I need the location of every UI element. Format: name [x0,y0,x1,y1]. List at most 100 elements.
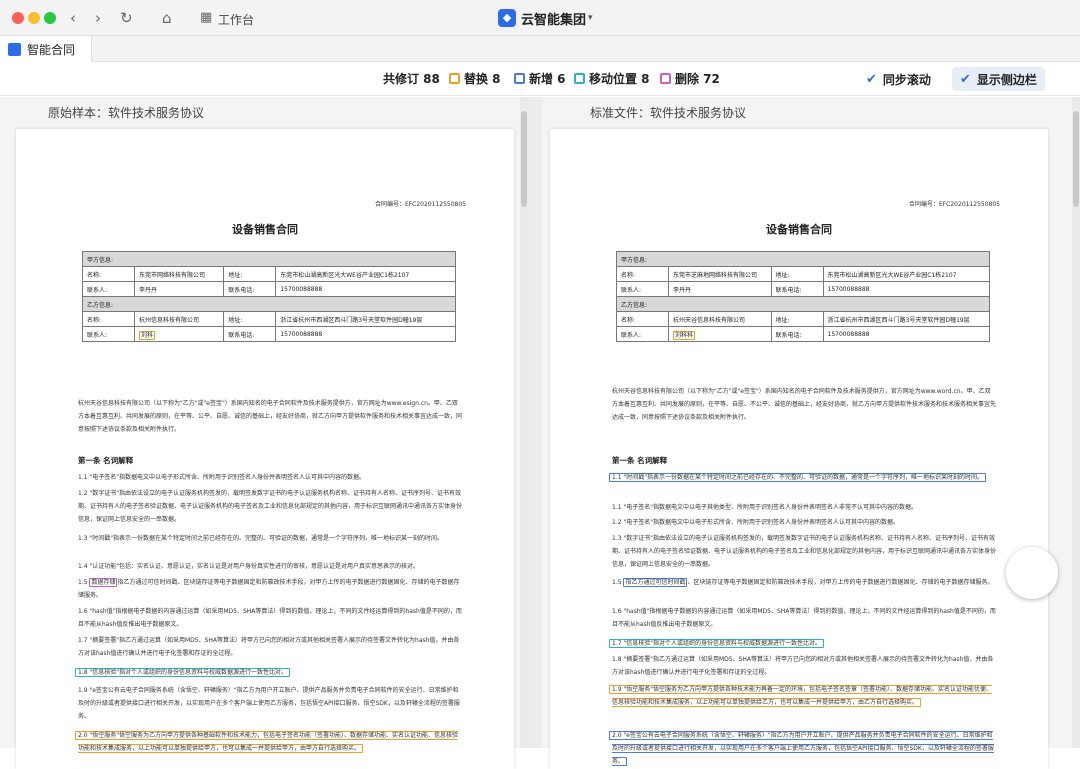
clause-text: 、区块链存证等电子数据固定和防篡改技术手段，对甲方上传的电子数据进行数据固化、存… [687,579,994,586]
forward-icon[interactable]: › [95,9,101,27]
contract-number: 合同编号：EFC2020112550805 [374,201,466,208]
clause-1-1-new: 1.1 "时间戳"指表示一份数据在某个特定时间之前已经存在的、不完整的、可验证的… [609,471,996,484]
tab-bar: 智能合同 [0,36,1080,62]
contract-number: 合同编号：EFC2020112550805 [908,201,1000,208]
compare-toolbar: 共修订 88 替换 8 新增 6 移动位置 8 删除 72 ✔ 同步滚动 ✔ 显示侧… [0,62,1080,96]
party-a-contact: 李丹丹 [668,281,772,297]
party-b-label: 乙方信息: [616,296,990,312]
filter-delete[interactable]: 删除 72 [660,70,720,87]
clause-1-4: 1.4 "认证功能"包括：实名认证、意愿认证，实名认证是对用户身份真实性进行的审… [78,563,419,570]
party-a-contact: 李丹丹 [133,281,225,297]
clause-1-8: 1.8 "摘要签署"指乙方通过运算（如采用MD5、SHA等算法）将甲方已向您的相… [612,656,994,676]
clause-1-7: 1.7 "信息核验"指对个人或组织的身份信息资料与权威数据源进行一致性比对。 [609,637,996,650]
clause-1-9: 1.9 "e签宝公有云电子合同服务系统（含悟空、轩辕服务）"指乙方为用户开立账户… [78,687,460,720]
party-b-address: 浙江省杭州市西湖区西斗门路3号天堂软件园D幢19层 [275,311,456,327]
cell-label: 联系人: [616,281,669,297]
clause-1-6: 1.6 "hash值"指根据电子数据的内容通过运算（如采用MD5、SHA等算法）… [78,608,462,628]
party-b-contact-cell: 刘科科 [668,326,772,342]
party-a-phone: 15700088888 [275,281,456,297]
clause-number: 1.5 [78,579,90,586]
left-document-page[interactable]: 合同编号：EFC2020112550805 设备销售合同 甲方信息: 名称: 东莞… [16,129,514,769]
party-a-name: 东莞市芝麻地网络科技有限公司 [668,266,772,282]
clause-text: 指乙方通过可信时间戳、区块链存证等电子数据固定和防篡改技术手段，对甲方上传的电子… [78,579,460,599]
delete-label: 删除 72 [675,72,720,86]
zoom-window-button[interactable] [44,12,56,24]
show-sidebar-label: 显示侧边栏 [976,72,1037,87]
total-revisions: 共修订 88 [383,72,440,86]
cell-label: 联系人: [616,326,669,342]
clause-text: 1.1 "电子签名"指数据电文中以电子形式所含、所附用于识别签名人身份并表明签名… [78,474,365,481]
clause-1-2: 1.2 "电子签名"指数据电文中以电子形式所含、所附用于识别签名人身份并表明签名… [612,519,899,526]
party-a-label: 甲方信息: [616,251,990,267]
contract-title: 设备销售合同 [766,223,832,236]
section-heading: 第一条 名词解释 [78,456,134,465]
scroll-thumb[interactable] [521,111,527,207]
intro-paragraph: 杭州天谷信息科技有限公司（以下称为"乙方"或"e签宝"）系国内知名的电子合同软件… [612,388,997,421]
floating-action-button[interactable] [1006,547,1058,599]
cell-label: 名称: [616,311,669,327]
show-sidebar-toggle[interactable]: ✔ 显示侧边栏 [952,67,1045,91]
sync-scroll-label: 同步滚动 [882,72,931,87]
brand-name: 云智能集团 [521,12,587,28]
right-document-page[interactable]: 合同编号：EFC2020112550805 设备销售合同 甲方信息: 名称: 东莞… [550,129,1048,769]
party-a-phone: 15700088888 [822,281,990,297]
party-b-address: 浙江省杭州市西湖区西斗门路3号天堂软件园D幢19层 [822,311,990,327]
move-label: 移动位置 8 [589,72,650,86]
pane-divider[interactable] [528,97,542,748]
clause-1-5: 1.5 数据存储 指乙方通过可信时间戳、区块链存证等电子数据固定和防篡改技术手段，… [78,576,462,602]
tab-smart-contract[interactable]: 智能合同 [0,36,92,62]
cell-label: 联系电话: [770,326,824,342]
left-scrollbar[interactable] [520,97,528,748]
cell-label: 地址: [223,266,277,282]
filter-add[interactable]: 新增 6 [514,70,566,87]
brand-logo-icon: ◆ [498,9,516,27]
replace-highlight[interactable]: 2.0 "悟空服务"悟空服务为乙方向甲方提供各种基础软件和技术能力，包括电子签名… [75,731,458,753]
clause-1-5: 1.5 指乙方通过可信时间戳 、区块链存证等电子数据固定和防篡改技术手段，对甲方上… [612,576,996,589]
refresh-icon[interactable]: ↻ [120,9,133,27]
move-highlight[interactable]: 1.8 "信息核验"指对个人或组织的身份信息资料与权威数据源进行一致性比对。 [75,668,290,677]
replace-highlight[interactable]: 刘科 [139,330,156,340]
party-a-address: 东莞市松山湖高新区光大WE谷产业园C1栋2107 [822,266,990,282]
home-icon[interactable]: ⌂ [162,9,172,27]
close-window-button[interactable] [12,12,24,24]
party-a-name: 东莞市网络科技有限公司 [133,266,225,282]
party-b-contact-cell: 刘科 [133,326,225,342]
brand-menu[interactable]: ◆ 云智能集团 ▾ [498,8,593,28]
chevron-down-icon: ▾ [588,13,593,23]
party-b-label: 乙方信息: [82,296,456,312]
cell-label: 地址: [770,266,824,282]
add-highlight[interactable]: 2.0 "e签宝公有云电子合同服务系统（含悟空、轩辕服务）"指乙方为用户开立账户… [609,731,994,766]
right-scrollbar[interactable] [1072,97,1080,748]
workspace-label[interactable]: 工作台 [218,11,254,28]
add-color-icon [514,73,525,84]
replace-highlight[interactable]: 刘科科 [673,330,696,340]
delete-color-icon [660,73,671,84]
check-icon: ✔ [866,71,877,87]
scroll-thumb[interactable] [1073,111,1079,207]
sync-scroll-toggle[interactable]: ✔ 同步滚动 [858,67,939,91]
add-highlight[interactable]: 1.1 "时间戳"指表示一份数据在某个特定时间之前已经存在的、不完整的、可验证的… [609,473,986,482]
move-highlight[interactable]: 1.7 "信息核验"指对个人或组织的身份信息资料与权威数据源进行一致性比对。 [609,639,824,648]
back-icon[interactable]: ‹ [70,9,76,27]
clause-1-8: 1.8 "信息核验"指对个人或组织的身份信息资料与权威数据源进行一致性比对。 [75,666,462,679]
workspace-grid-icon[interactable]: ▦ [200,9,212,27]
filter-replace[interactable]: 替换 8 [449,70,501,87]
contract-title: 设备销售合同 [232,223,298,236]
cell-label: 名称: [82,311,135,327]
party-b-phone: 15700088888 [822,326,990,342]
party-info-table: 甲方信息: 名称: 东莞市芝麻地网络科技有限公司 地址: 东莞市松山湖高新区光大WE谷… [616,251,990,342]
clause-number: 1.5 [612,579,624,586]
filter-move[interactable]: 移动位置 8 [574,70,650,87]
replace-highlight[interactable]: 1.9 "悟空服务"悟空服务为乙方向甲方提供各种技术能力再备一定的环境，包括电子… [609,685,992,707]
cell-label: 联系人: [82,281,135,297]
compare-area: 原始样本：软件技术服务协议 标准文件：软件技术服务协议 合同编号：EFC2020… [0,97,1080,769]
cell-label: 联系电话: [223,281,277,297]
clause-1-7: 1.7 "摘要签署"指乙方通过运算（如采用MD5、SHA等算法）将甲方已向您的相… [78,637,460,657]
cell-label: 联系电话: [223,326,277,342]
minimize-window-button[interactable] [28,12,40,24]
delete-highlight[interactable]: 数据存储 [89,578,118,587]
cell-label: 名称: [616,266,669,282]
cell-label: 联系人: [82,326,135,342]
app-icon [8,42,21,56]
add-highlight[interactable]: 指乙方通过可信时间戳 [623,578,688,587]
